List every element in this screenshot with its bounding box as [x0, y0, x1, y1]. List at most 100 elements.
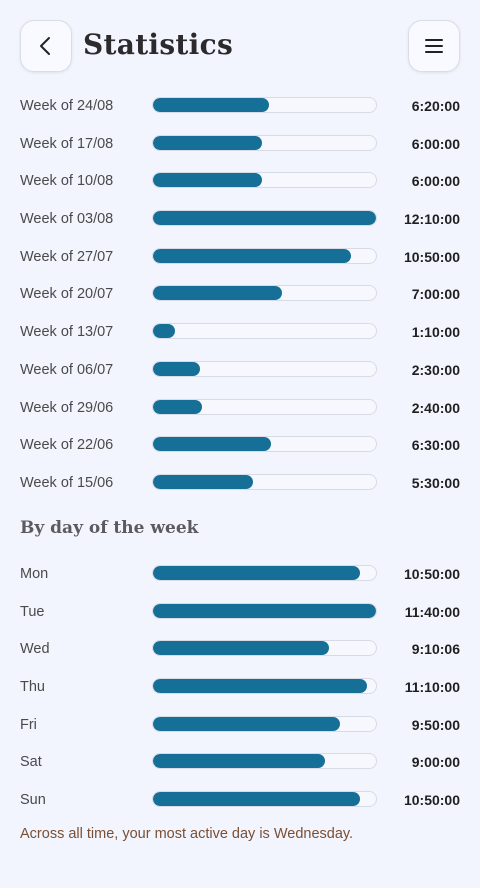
day-row: Thu 11:10:00	[20, 675, 460, 713]
week-row: Week of 03/08 12:10:00	[20, 207, 460, 245]
progress-track	[152, 323, 377, 340]
progress-fill	[153, 324, 176, 339]
progress-fill	[153, 286, 283, 301]
week-duration: 10:50:00	[403, 248, 460, 265]
week-duration: 6:30:00	[411, 437, 460, 454]
progress-track	[152, 753, 377, 770]
progress-track	[152, 436, 377, 453]
progress-track	[152, 247, 377, 264]
week-duration: 1:10:00	[411, 324, 460, 341]
progress-track	[152, 172, 377, 189]
progress-fill	[153, 399, 203, 414]
week-duration: 6:00:00	[411, 135, 460, 152]
top-bar: Statistics	[20, 20, 460, 72]
week-duration: 2:40:00	[411, 399, 460, 416]
progress-fill	[153, 98, 269, 112]
day-label: Fri	[20, 716, 37, 733]
progress-fill	[153, 754, 325, 769]
progress-fill	[153, 361, 200, 376]
week-row: Week of 27/07 10:50:00	[20, 245, 460, 283]
week-label: Week of 03/08	[20, 211, 114, 228]
progress-track	[152, 134, 377, 151]
week-label: Week of 29/06	[20, 399, 114, 416]
progress-fill	[153, 566, 361, 580]
progress-fill	[153, 173, 263, 188]
week-row: Week of 10/08 6:00:00	[20, 169, 460, 207]
week-label: Week of 22/06	[20, 437, 114, 454]
day-duration: 9:50:00	[411, 716, 460, 733]
week-duration: 5:30:00	[411, 474, 460, 491]
progress-track	[152, 473, 377, 490]
day-duration: 11:10:00	[404, 679, 460, 696]
week-label: Week of 27/07	[20, 248, 114, 265]
week-row: Week of 20/07 7:00:00	[20, 282, 460, 320]
progress-fill	[153, 135, 263, 150]
day-label: Tue	[20, 603, 45, 620]
day-row: Mon 10:50:00	[20, 562, 460, 600]
progress-track	[152, 678, 377, 695]
progress-fill	[153, 603, 376, 618]
progress-track	[152, 602, 377, 619]
week-row: Week of 13/07 1:10:00	[20, 320, 460, 358]
week-row: Week of 22/06 6:30:00	[20, 433, 460, 471]
week-row: Week of 15/06 5:30:00	[20, 471, 460, 509]
progress-track	[152, 565, 377, 581]
day-label: Sun	[20, 792, 46, 809]
week-duration: 12:10:00	[403, 211, 460, 228]
day-duration: 11:40:00	[404, 603, 460, 620]
day-label: Thu	[20, 679, 45, 696]
progress-fill	[153, 716, 341, 731]
week-label: Week of 15/06	[20, 474, 114, 491]
day-row: Sat 9:00:00	[20, 750, 460, 788]
day-duration: 9:10:06	[411, 641, 460, 658]
most-active-day-note: Across all time, your most active day is…	[20, 826, 354, 842]
progress-fill	[153, 248, 352, 263]
week-row: Week of 29/06 2:40:00	[20, 396, 460, 434]
week-duration: 6:00:00	[411, 173, 460, 190]
back-button[interactable]	[20, 20, 72, 72]
progress-fill	[153, 474, 254, 489]
progress-track	[152, 640, 377, 657]
week-row: Week of 24/08 6:20:00	[20, 94, 460, 132]
week-row: Week of 17/08 6:00:00	[20, 132, 460, 170]
progress-fill	[153, 437, 272, 452]
week-label: Week of 10/08	[20, 173, 114, 190]
day-row: Sun 10:50:00	[20, 788, 460, 826]
progress-track	[152, 97, 377, 113]
progress-track	[152, 360, 377, 377]
day-duration: 10:50:00	[403, 566, 460, 582]
week-label: Week of 17/08	[20, 135, 114, 152]
day-row: Fri 9:50:00	[20, 713, 460, 751]
day-label: Mon	[20, 566, 49, 582]
section-title-by-day: By day of the week	[20, 518, 199, 538]
day-duration: 10:50:00	[403, 792, 460, 809]
day-label: Sat	[20, 754, 42, 771]
menu-button[interactable]	[408, 20, 460, 72]
progress-track	[152, 210, 377, 227]
day-of-week-stats-list: Mon 10:50:00 Tue 11:40:00 Wed 9:10:06 Th…	[20, 562, 460, 826]
progress-track	[152, 398, 377, 415]
progress-fill	[153, 792, 361, 807]
progress-fill	[153, 211, 376, 226]
progress-track	[152, 791, 377, 808]
week-label: Week of 20/07	[20, 286, 114, 303]
page-title: Statistics	[83, 28, 234, 61]
week-row: Week of 06/07 2:30:00	[20, 358, 460, 396]
day-row: Tue 11:40:00	[20, 600, 460, 638]
progress-track	[152, 285, 377, 302]
day-label: Wed	[20, 641, 50, 658]
chevron-left-icon	[40, 37, 50, 55]
week-duration: 2:30:00	[411, 361, 460, 378]
weekly-stats-list: Week of 24/08 6:20:00 Week of 17/08 6:00…	[20, 94, 460, 509]
week-duration: 6:20:00	[411, 98, 460, 114]
week-label: Week of 06/07	[20, 361, 114, 378]
progress-fill	[153, 641, 330, 656]
week-label: Week of 24/08	[20, 98, 114, 114]
day-row: Wed 9:10:06	[20, 637, 460, 675]
week-label: Week of 13/07	[20, 324, 114, 341]
progress-fill	[153, 679, 368, 694]
progress-track	[152, 715, 377, 732]
day-duration: 9:00:00	[411, 754, 460, 771]
week-duration: 7:00:00	[411, 286, 460, 303]
hamburger-menu-icon	[425, 39, 443, 53]
